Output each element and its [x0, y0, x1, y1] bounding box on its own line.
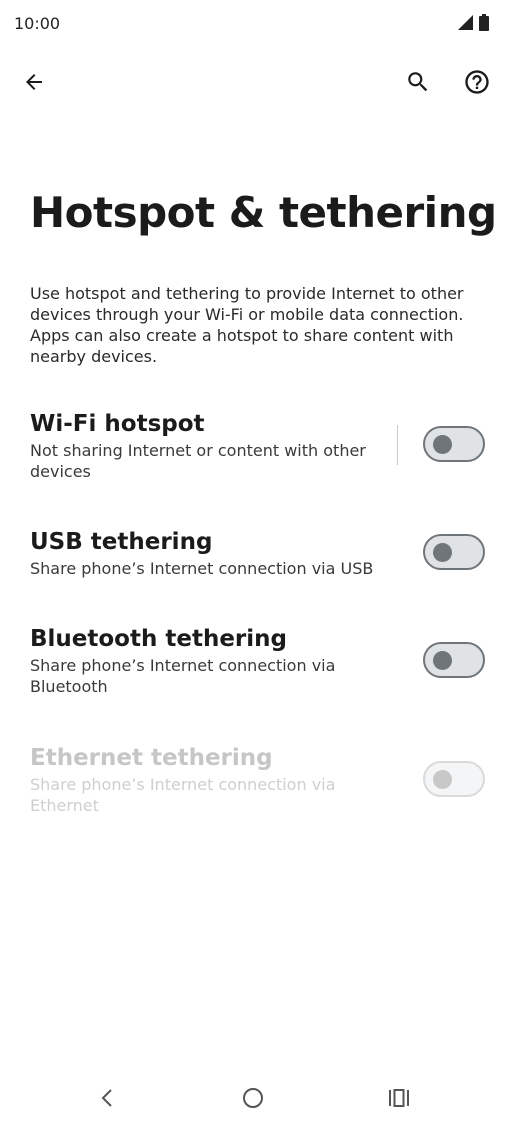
- setting-title: Ethernet tethering: [30, 745, 273, 771]
- setting-usb-tethering[interactable]: USB tethering Share phone’s Internet con…: [0, 528, 507, 588]
- nav-back-button[interactable]: [85, 1078, 129, 1122]
- setting-text: Wi-Fi hotspot Not sharing Internet or co…: [30, 410, 385, 482]
- top-app-bar: [0, 60, 507, 108]
- nav-home-button[interactable]: [231, 1078, 275, 1122]
- nav-home-icon: [241, 1086, 265, 1114]
- setting-text: Ethernet tethering Share phone’s Interne…: [30, 744, 385, 816]
- back-button[interactable]: [10, 60, 58, 108]
- nav-recents-icon: [386, 1086, 412, 1114]
- setting-text: USB tethering Share phone’s Internet con…: [30, 528, 385, 579]
- arrow-left-icon: [22, 70, 46, 98]
- switch-thumb: [433, 651, 452, 670]
- vertical-divider: [397, 425, 398, 465]
- setting-bluetooth-tethering[interactable]: Bluetooth tethering Share phone’s Intern…: [0, 625, 507, 705]
- bluetooth-tethering-switch[interactable]: [423, 642, 485, 678]
- status-bar: 10:00: [0, 0, 507, 48]
- setting-summary: Share phone’s Internet connection via Bl…: [30, 656, 336, 696]
- hotspot-tethering-screen: 10:00 Hotspot & tethering Use hotspot an…: [0, 0, 507, 1130]
- system-nav-bar: [0, 1078, 507, 1122]
- page-description: Use hotspot and tethering to provide Int…: [30, 284, 464, 366]
- setting-summary: Not sharing Internet or content with oth…: [30, 441, 366, 481]
- signal-icon: [458, 15, 473, 34]
- wifi-hotspot-switch[interactable]: [423, 426, 485, 462]
- setting-title: Bluetooth tethering: [30, 626, 287, 652]
- setting-summary: Share phone’s Internet connection via Et…: [30, 775, 336, 815]
- nav-recents-button[interactable]: [377, 1078, 421, 1122]
- search-button[interactable]: [394, 60, 442, 108]
- usb-tethering-switch[interactable]: [423, 534, 485, 570]
- battery-icon: [479, 14, 489, 35]
- page-title: Hotspot & tethering: [30, 188, 497, 237]
- switch-thumb: [433, 543, 452, 562]
- status-time: 10:00: [14, 14, 61, 33]
- status-icons: [458, 14, 489, 35]
- switch-thumb: [433, 435, 452, 454]
- setting-title: USB tethering: [30, 529, 213, 555]
- setting-wifi-hotspot[interactable]: Wi-Fi hotspot Not sharing Internet or co…: [0, 410, 507, 490]
- ethernet-tethering-switch: [423, 761, 485, 797]
- search-icon: [405, 69, 431, 99]
- nav-back-icon: [97, 1086, 117, 1114]
- switch-thumb: [433, 770, 452, 789]
- help-circle-icon: [463, 68, 491, 100]
- setting-text: Bluetooth tethering Share phone’s Intern…: [30, 625, 385, 697]
- setting-summary: Share phone’s Internet connection via US…: [30, 559, 374, 578]
- setting-title: Wi-Fi hotspot: [30, 411, 205, 437]
- help-button[interactable]: [453, 60, 501, 108]
- setting-ethernet-tethering: Ethernet tethering Share phone’s Interne…: [0, 744, 507, 824]
